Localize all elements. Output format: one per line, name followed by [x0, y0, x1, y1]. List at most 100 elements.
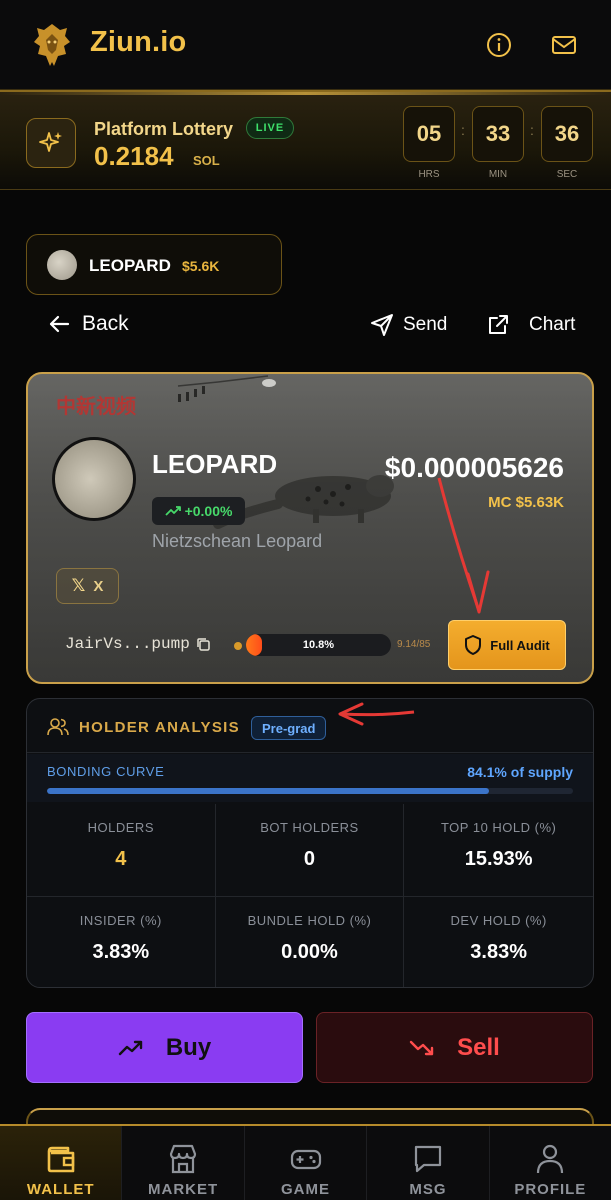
- bonding-curve-bar: [47, 788, 573, 794]
- token-price: $0.000005626: [384, 452, 564, 483]
- trend-up-icon: [164, 506, 181, 516]
- stat-label: HOLDERS: [87, 820, 154, 835]
- holder-analysis-panel: HOLDER ANALYSIS Pre-grad BONDING CURVE 8…: [26, 698, 594, 988]
- stat-value: 0: [303, 848, 316, 870]
- brand-title[interactable]: Ziun.io: [90, 26, 186, 59]
- price-change-badge: +0.00%: [152, 497, 245, 525]
- tab-label: MARKET: [148, 1181, 219, 1198]
- token-chip-market-cap: $5.6K: [182, 258, 220, 274]
- tab-label: WALLET: [26, 1181, 95, 1198]
- token-fullname: Nietzschean Leopard: [152, 531, 323, 551]
- stat-value: 15.93%: [464, 848, 533, 870]
- stat-holders: HOLDERS 4: [27, 804, 216, 897]
- lottery-title: Platform Lottery: [94, 119, 234, 139]
- message-icon: [414, 1145, 442, 1173]
- progress-dot: [234, 642, 242, 650]
- bonding-curve-label: BONDING CURVE: [47, 764, 165, 779]
- full-audit-label: Full Audit: [490, 637, 550, 653]
- stat-top10-hold: TOP 10 HOLD (%) 15.93%: [404, 804, 593, 897]
- countdown-separator: :: [461, 122, 465, 138]
- banner-glow: [0, 92, 611, 95]
- mail-icon[interactable]: [549, 30, 579, 60]
- price-change-value: +0.00%: [184, 503, 233, 519]
- tab-market[interactable]: MARKET: [122, 1126, 245, 1200]
- sell-label: Sell: [457, 1033, 500, 1061]
- bonding-curve-row: BONDING CURVE 84.1% of supply: [27, 754, 593, 802]
- stat-value: 0.00%: [281, 940, 338, 963]
- users-icon: [47, 718, 69, 736]
- graduation-progress-count: 9.14/85: [397, 639, 431, 650]
- bonding-curve-fill: [47, 788, 490, 794]
- countdown-separator: :: [530, 122, 534, 138]
- stat-dev-hold: DEV HOLD (%) 3.83%: [404, 897, 593, 988]
- live-badge: LIVE: [246, 117, 294, 139]
- tab-label: MSG: [409, 1181, 447, 1198]
- user-icon: [537, 1144, 564, 1174]
- graduation-progress-label: 10.8%: [302, 639, 335, 651]
- stat-bundle-hold: BUNDLE HOLD (%) 0.00%: [216, 896, 405, 987]
- wallet-icon: [47, 1146, 75, 1173]
- chart-button[interactable]: Chart: [486, 313, 575, 337]
- stat-value: 3.83%: [92, 940, 150, 963]
- x-social-label: X: [93, 577, 104, 595]
- gamepad-icon: [290, 1149, 321, 1170]
- stat-label: TOP 10 HOLD (%): [440, 820, 557, 835]
- token-market-cap: MC $5.63K: [488, 494, 564, 511]
- pre-grad-badge: Pre-grad: [251, 716, 327, 740]
- shield-icon: [465, 635, 482, 655]
- countdown-minutes-label: MIN: [488, 169, 508, 180]
- stat-value: 3.83%: [470, 940, 528, 963]
- x-social-button[interactable]: 𝕏 X: [56, 568, 119, 604]
- send-button[interactable]: Send: [370, 313, 447, 337]
- copy-icon[interactable]: [196, 637, 211, 652]
- holder-analysis-header: HOLDER ANALYSIS Pre-grad: [27, 699, 593, 753]
- sparkle-icon: [26, 118, 76, 168]
- lottery-unit: SOL: [193, 153, 220, 168]
- chart-label: Chart: [529, 314, 576, 335]
- video-watermark: 中新视频: [56, 394, 136, 418]
- stat-value: 4: [115, 848, 127, 870]
- token-chip[interactable]: LEOPARD $5.6K: [26, 234, 282, 295]
- lion-logo-icon[interactable]: [32, 22, 72, 68]
- platform-lottery-banner[interactable]: Platform Lottery LIVE 0.2184 SOL 05 HRS …: [0, 90, 611, 190]
- tab-wallet[interactable]: WALLET: [0, 1126, 123, 1200]
- holder-analysis-title: HOLDER ANALYSIS: [79, 719, 240, 736]
- tab-label: PROFILE: [514, 1181, 587, 1198]
- token-name: LEOPARD: [152, 449, 278, 479]
- app-header: Ziun.io: [0, 0, 611, 90]
- full-audit-button[interactable]: Full Audit: [448, 620, 566, 670]
- stat-label: INSIDER (%): [79, 912, 162, 928]
- arrow-left-icon: [49, 315, 70, 333]
- stat-insider: INSIDER (%) 3.83%: [27, 896, 216, 987]
- stat-bot-holders: BOT HOLDERS 0: [215, 804, 405, 897]
- buy-button[interactable]: Buy: [26, 1012, 303, 1083]
- x-logo-icon: 𝕏: [71, 576, 86, 596]
- bonding-curve-value: 84.1% of supply: [467, 764, 573, 780]
- send-icon: [371, 314, 393, 336]
- tab-label: GAME: [281, 1181, 331, 1198]
- store-icon: [170, 1144, 197, 1174]
- holder-stats-grid: HOLDERS 4 BOT HOLDERS 0 TOP 10 HOLD (%) …: [27, 804, 593, 988]
- trend-up-icon: [118, 1040, 143, 1055]
- graduation-progress-bar: 10.8%: [246, 634, 391, 656]
- stat-label: BUNDLE HOLD (%): [247, 912, 372, 928]
- contract-address-text: JairVs...pump: [65, 635, 190, 653]
- token-chip-name: LEOPARD: [89, 256, 171, 275]
- trend-down-icon: [409, 1040, 434, 1055]
- countdown-seconds: 36: [541, 106, 593, 162]
- send-label: Send: [403, 314, 448, 335]
- buy-label: Buy: [165, 1033, 212, 1061]
- sell-button[interactable]: Sell: [316, 1012, 593, 1083]
- lottery-amount: 0.2184: [94, 141, 174, 171]
- tab-game[interactable]: GAME: [245, 1126, 368, 1200]
- tab-profile[interactable]: PROFILE: [490, 1126, 611, 1200]
- info-icon[interactable]: [484, 30, 514, 60]
- countdown-hours: 05: [403, 106, 455, 162]
- contract-address[interactable]: JairVs...pump: [65, 635, 211, 653]
- stat-label: BOT HOLDERS: [260, 820, 359, 835]
- countdown-hours-label: HRS: [418, 169, 440, 180]
- tab-msg[interactable]: MSG: [367, 1126, 490, 1200]
- back-button[interactable]: Back: [48, 312, 129, 336]
- token-avatar: [52, 437, 136, 521]
- back-label: Back: [82, 312, 129, 335]
